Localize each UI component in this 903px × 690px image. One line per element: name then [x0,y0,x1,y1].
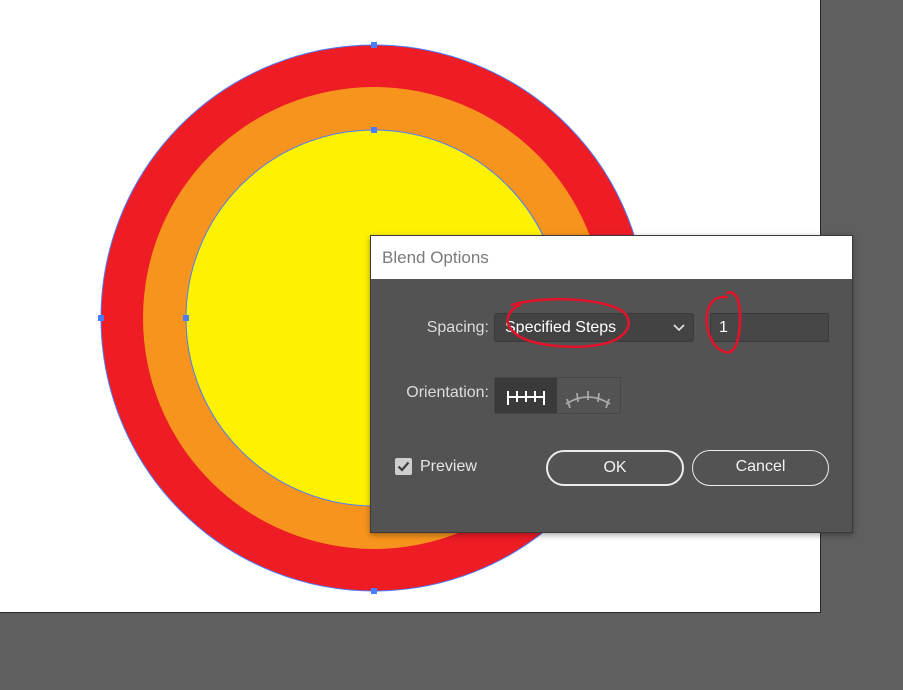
blend-options-dialog: Blend Options Spacing: Specified Steps O… [370,235,853,533]
cancel-button[interactable]: Cancel [692,450,829,486]
align-to-path-icon [565,391,611,409]
align-to-page-button[interactable] [495,378,557,413]
anchor-point[interactable] [371,127,377,133]
align-to-page-icon [507,391,545,405]
align-to-path-button[interactable] [557,378,620,413]
orientation-toggle [494,377,621,414]
orientation-label: Orientation: [406,384,489,401]
anchor-point[interactable] [98,315,104,321]
anchor-point[interactable] [371,588,377,594]
steps-input[interactable] [710,313,829,342]
spacing-label: Spacing: [426,319,489,336]
ok-button[interactable]: OK [546,450,684,486]
checkmark-icon [397,461,410,472]
chevron-down-icon [673,324,685,332]
anchor-point[interactable] [183,315,189,321]
workspace: Blend Options Spacing: Specified Steps O… [0,0,903,690]
preview-label[interactable]: Preview [420,458,477,476]
anchor-point[interactable] [371,42,377,48]
preview-checkbox[interactable] [395,458,412,475]
spacing-selected-value: Specified Steps [505,319,617,336]
dialog-titlebar[interactable]: Blend Options [371,236,852,279]
dialog-title: Blend Options [382,248,489,267]
spacing-dropdown[interactable]: Specified Steps [494,313,694,342]
